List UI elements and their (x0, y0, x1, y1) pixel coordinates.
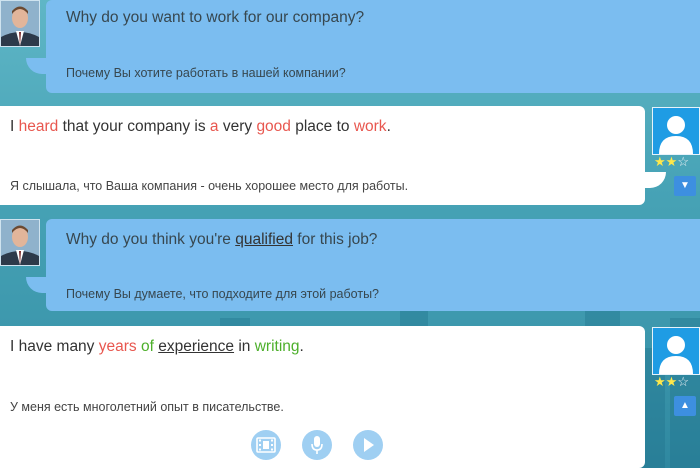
question-english: Why do you want to work for our company? (66, 9, 365, 26)
answer-word: that your company is (58, 118, 210, 135)
star-filled-icon: ★ (654, 154, 666, 169)
answer-word-mistake[interactable]: work (354, 118, 387, 135)
answer-word-mistake[interactable]: a (210, 118, 219, 135)
user-avatar (652, 327, 700, 375)
answer-word: in (234, 338, 255, 355)
user-avatar (652, 107, 700, 155)
answer-russian: У меня есть многолетний опыт в писательс… (10, 400, 284, 414)
star-filled-icon: ★ (665, 374, 678, 389)
answer-word: very (218, 118, 257, 135)
rating-stars: ★★☆ (654, 374, 689, 390)
answer-word-correct[interactable]: of (141, 338, 154, 355)
answer-bubble-tail (644, 172, 666, 188)
play-button[interactable] (353, 430, 383, 460)
interviewer-avatar (0, 219, 40, 266)
answer-word-mistake[interactable]: good (256, 118, 290, 135)
microphone-icon (311, 436, 323, 454)
question-russian: Почему Вы думаете, что подходите для это… (66, 287, 380, 301)
video-button[interactable] (251, 430, 281, 460)
expand-toggle-button[interactable]: ▼ (674, 176, 696, 196)
question-word: for this job? (293, 231, 378, 248)
question-russian: Почему Вы хотите работать в нашей компан… (66, 66, 346, 80)
interviewer-avatar (0, 0, 40, 47)
answer-word: . (299, 338, 304, 355)
answer-english: I heard that your company is a very good… (10, 118, 391, 136)
answer-english: I have many years of experience in writi… (10, 338, 304, 356)
answer-word-mistake[interactable]: heard (19, 118, 59, 135)
question-bubble-tail (26, 58, 48, 74)
answer-word: place to (290, 118, 354, 135)
star-filled-icon: ★ (654, 374, 666, 389)
question-word: Why do you think you're (66, 231, 236, 248)
star-empty-icon: ☆ (677, 154, 689, 169)
question-bubble: Why do you think you're qualified for th… (46, 219, 700, 311)
answer-bubble: I heard that your company is a very good… (0, 106, 645, 205)
question-bubble: Why do you want to work for our company?… (46, 0, 700, 93)
star-filled-icon: ★ (665, 154, 678, 169)
question-word-vocabulary[interactable]: qualified (235, 231, 293, 248)
record-button[interactable] (302, 430, 332, 460)
star-empty-icon: ☆ (677, 374, 689, 389)
answer-russian: Я слышала, что Ваша компания - очень хор… (10, 179, 409, 193)
collapse-toggle-button[interactable]: ▲ (674, 396, 696, 416)
rating-stars: ★★☆ (654, 154, 689, 170)
answer-word: I have many (10, 338, 99, 355)
answer-word: I (10, 118, 19, 135)
answer-word-vocabulary[interactable]: experience (158, 338, 234, 355)
question-english: Why do you think you're qualified for th… (66, 231, 377, 249)
answer-word: . (386, 118, 391, 135)
play-icon (364, 438, 374, 452)
answer-word-correct[interactable]: writing (255, 338, 300, 355)
answer-word-mistake[interactable]: years (99, 338, 137, 355)
film-icon (256, 437, 276, 453)
